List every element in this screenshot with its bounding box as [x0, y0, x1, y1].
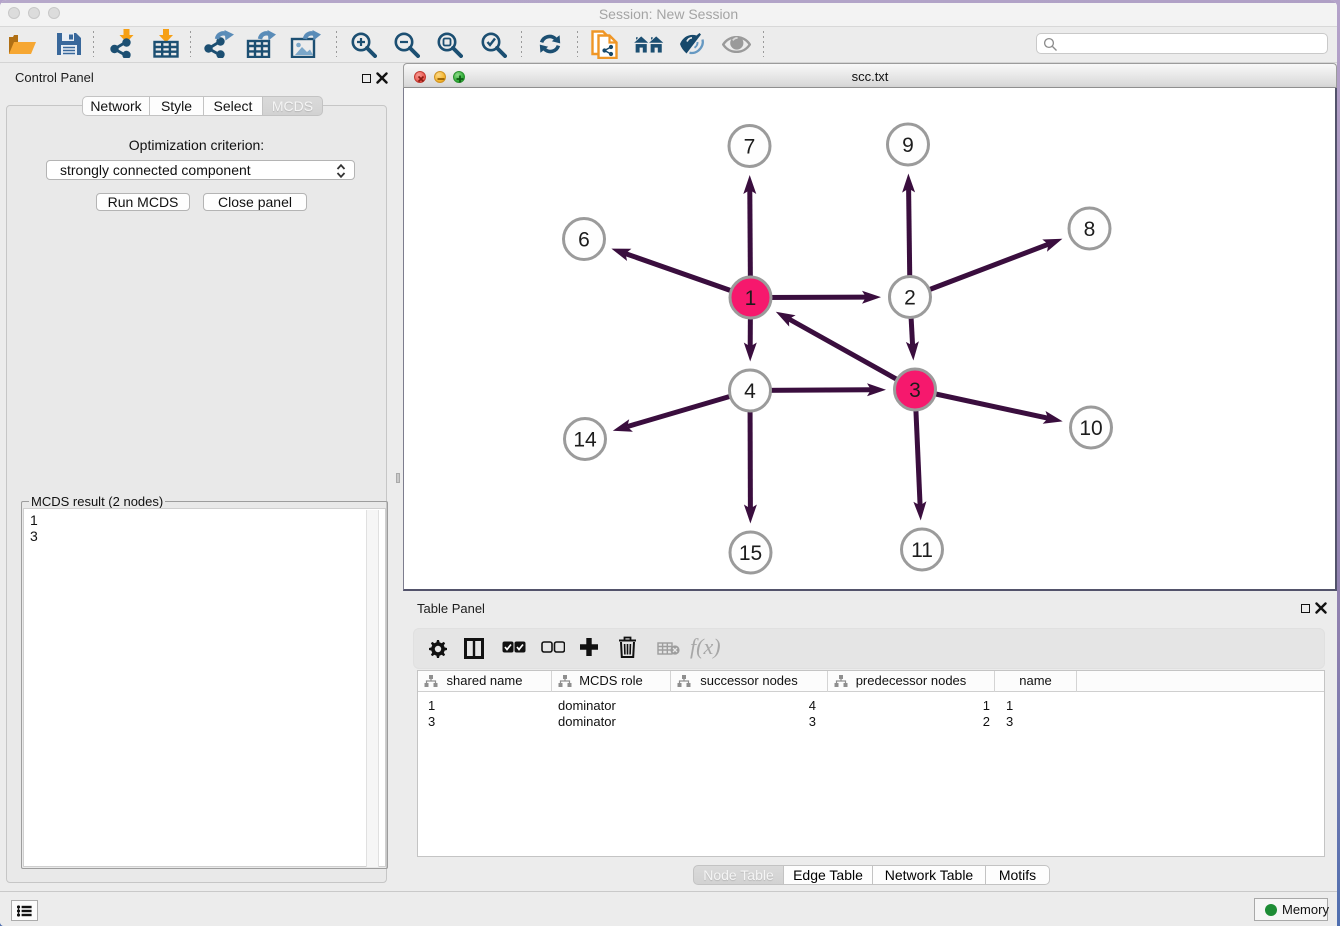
svg-text:7: 7: [744, 136, 756, 159]
svg-text:6: 6: [578, 229, 590, 252]
svg-text:11: 11: [911, 539, 933, 562]
svg-text:3: 3: [909, 379, 921, 402]
svg-text:8: 8: [1084, 218, 1096, 241]
svg-text:10: 10: [1079, 417, 1102, 440]
svg-text:4: 4: [744, 380, 756, 403]
svg-text:14: 14: [573, 429, 597, 452]
svg-text:9: 9: [902, 134, 914, 157]
svg-text:15: 15: [739, 542, 762, 565]
svg-text:1: 1: [745, 287, 757, 310]
svg-text:2: 2: [904, 287, 916, 310]
